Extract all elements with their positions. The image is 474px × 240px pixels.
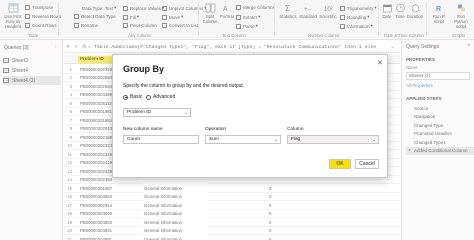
chevron-down-icon: ⌄: [184, 110, 188, 115]
dialog-title: Group By: [123, 64, 165, 74]
radio-basic-label: Basic: [130, 94, 143, 100]
radio-basic[interactable]: Basic: [123, 94, 142, 100]
group-by-dialog: Group By ✕ Specify the column to group b…: [112, 54, 388, 178]
operation-label: Operation: [205, 127, 227, 132]
cancel-button[interactable]: Cancel: [355, 159, 379, 169]
operation-dropdown[interactable]: Sum ⌄: [205, 135, 281, 144]
column-label: Column: [287, 127, 304, 132]
radio-advanced[interactable]: Advanced: [146, 94, 175, 100]
column-value: Flag: [291, 137, 301, 142]
new-column-name-label: New column name: [123, 127, 163, 132]
column-dropdown[interactable]: Flag ⌄: [287, 135, 379, 144]
operation-value: Sum: [209, 137, 219, 142]
chevron-down-icon: ⌄: [274, 137, 278, 142]
chevron-down-icon: ⌄: [372, 137, 376, 142]
radio-selected-icon: [123, 94, 128, 100]
radio-unselected-icon: [146, 94, 151, 100]
dialog-description: Specify the column to group by and the d…: [123, 83, 245, 89]
group-by-column-value: Problem ID: [127, 110, 151, 115]
group-by-column-dropdown[interactable]: Problem ID ⌄: [123, 108, 191, 117]
new-column-name-input[interactable]: Count: [123, 135, 199, 144]
radio-advanced-label: Advanced: [153, 94, 176, 100]
ok-button[interactable]: OK: [329, 159, 351, 169]
close-icon[interactable]: ✕: [377, 59, 383, 67]
